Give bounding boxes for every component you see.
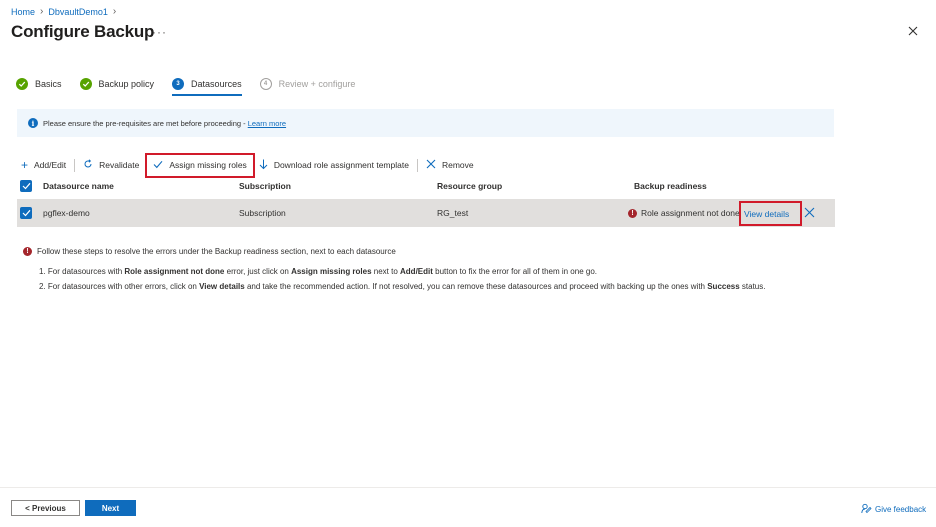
checkmark-icon	[79, 78, 92, 90]
toolbar: + Add/Edit Revalidate Assign missing rol…	[17, 152, 478, 178]
column-header-resource-group: Resource group	[437, 181, 503, 191]
assign-missing-roles-button[interactable]: Assign missing roles	[145, 152, 255, 178]
breadcrumb: Home › DbvaultDemo1 ›	[11, 6, 116, 17]
next-button[interactable]: Next	[85, 500, 136, 516]
step-datasources[interactable]: 3 Datasources	[172, 76, 242, 96]
guidance-text: Follow these steps to resolve the errors…	[37, 247, 396, 256]
step-label: Basics	[35, 79, 62, 89]
breadcrumb-home[interactable]: Home	[11, 7, 35, 17]
chevron-right-icon: ›	[40, 6, 44, 17]
page-title: Configure Backup	[11, 22, 155, 41]
readiness-status: Role assignment not done	[641, 208, 740, 218]
step-label: Review + configure	[278, 79, 356, 89]
step-backup-policy[interactable]: Backup policy	[79, 76, 155, 92]
wizard-steps: Basics Backup policy 3 Datasources 4 Rev…	[16, 76, 373, 96]
toolbar-divider	[74, 158, 76, 172]
learn-more-link[interactable]: Learn more	[248, 119, 286, 128]
step-label: Datasources	[191, 79, 242, 89]
backup-readiness-cell: ! Role assignment not done	[628, 208, 740, 218]
step-review-configure[interactable]: 4 Review + configure	[259, 76, 356, 92]
error-icon: !	[628, 208, 637, 218]
download-template-button[interactable]: Download role assignment template	[255, 156, 413, 174]
remove-button[interactable]: Remove	[422, 156, 478, 174]
checkmark-icon	[153, 160, 163, 171]
step-basics[interactable]: Basics	[16, 76, 62, 92]
close-icon	[426, 159, 436, 171]
step-label: Backup policy	[98, 79, 155, 89]
column-header-subscription: Subscription	[239, 181, 291, 191]
error-guidance: ! Follow these steps to resolve the erro…	[23, 247, 396, 256]
add-edit-button[interactable]: + Add/Edit	[17, 156, 70, 174]
column-header-backup-readiness: Backup readiness	[634, 181, 707, 191]
refresh-icon	[83, 159, 93, 171]
previous-button[interactable]: < Previous	[11, 500, 80, 516]
chevron-right-icon: ›	[112, 6, 117, 17]
instruction-step-2: 2. For datasources with other errors, cl…	[39, 282, 766, 291]
plus-icon: +	[21, 158, 29, 172]
error-icon: !	[23, 247, 32, 256]
footer-divider	[0, 487, 936, 488]
give-feedback-link[interactable]: Give feedback	[861, 503, 926, 516]
view-details-link[interactable]: View details	[739, 201, 802, 226]
breadcrumb-vault[interactable]: DbvaultDemo1	[48, 7, 108, 17]
resource-group-cell: RG_test	[437, 208, 469, 218]
download-icon	[259, 159, 268, 172]
instruction-step-1: 1. For datasources with Role assignment …	[39, 267, 597, 276]
toolbar-divider	[416, 158, 418, 172]
more-options-icon[interactable]: ···	[152, 25, 167, 39]
info-banner: i Please ensure the pre-requisites are m…	[17, 109, 834, 137]
feedback-icon	[861, 503, 872, 516]
datasource-name: pgflex-demo	[43, 208, 90, 218]
close-icon[interactable]	[908, 26, 918, 38]
subscription-cell: Subscription	[239, 208, 286, 218]
step-number: 4	[259, 78, 272, 90]
step-number: 3	[172, 78, 185, 90]
remove-row-icon[interactable]	[804, 207, 815, 220]
info-text: Please ensure the pre-requisites are met…	[43, 118, 287, 128]
info-icon: i	[28, 118, 38, 128]
revalidate-button[interactable]: Revalidate	[79, 156, 143, 174]
row-checkbox[interactable]	[20, 207, 32, 219]
select-all-checkbox[interactable]	[20, 180, 32, 192]
checkmark-icon	[16, 78, 28, 90]
column-header-datasource: Datasource name	[43, 181, 114, 191]
